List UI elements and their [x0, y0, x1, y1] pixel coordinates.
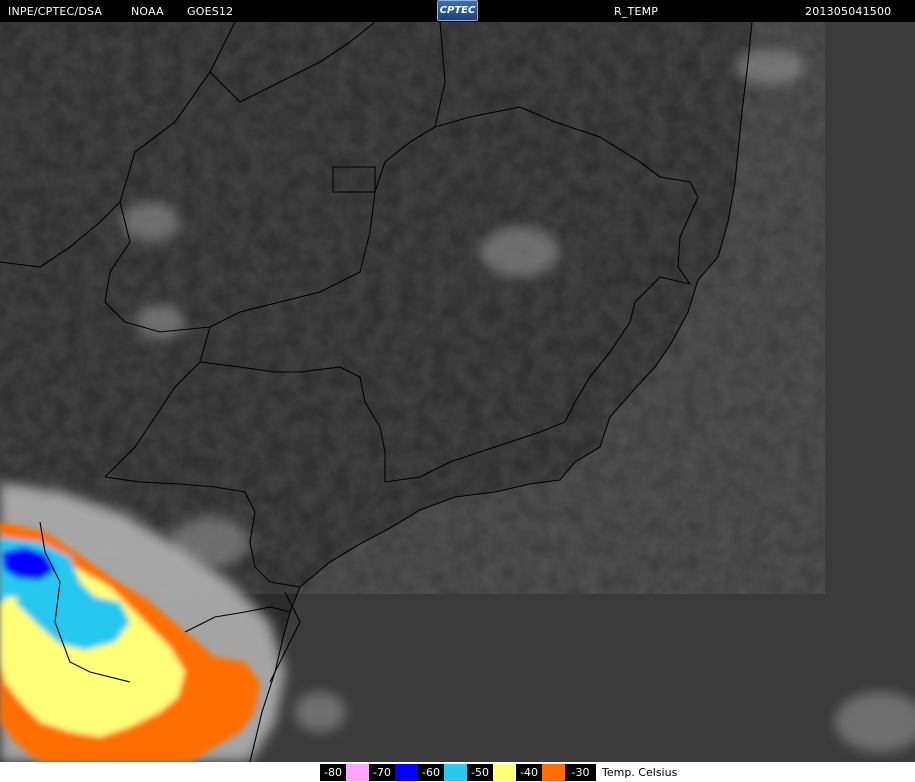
legend-value: -60 — [418, 764, 444, 781]
legend-swatch — [395, 764, 418, 781]
agency-label: NOAA — [131, 5, 164, 18]
legend-value: -80 — [320, 764, 346, 781]
product-label: R_TEMP — [614, 5, 659, 18]
satellite-label: GOES12 — [187, 5, 234, 18]
map-canvas — [0, 22, 915, 762]
legend-unit-label: Temp. Celsius — [602, 766, 678, 779]
satellite-map[interactable] — [0, 22, 915, 762]
logo-text: CPTEC — [439, 5, 476, 16]
temperature-legend: -80 -70 -60 -50 -40 -30 Temp. Celsius — [0, 762, 915, 782]
cloud-yellow-speck — [5, 597, 17, 611]
source-label: INPE/CPTEC/DSA — [8, 5, 103, 18]
legend-value: -40 — [516, 764, 542, 781]
legend-swatch — [346, 764, 369, 781]
legend-swatch — [493, 764, 516, 781]
cptec-logo: CPTEC — [437, 0, 478, 21]
legend-swatch — [444, 764, 467, 781]
legend-value: -30 — [565, 764, 596, 781]
header-bar: INPE/CPTEC/DSA NOAA GOES12 CPTEC R_TEMP … — [0, 0, 915, 22]
legend-value: -70 — [369, 764, 395, 781]
legend-swatch — [542, 764, 565, 781]
timestamp-label: 201305041500 — [805, 5, 892, 18]
legend-value: -50 — [467, 764, 493, 781]
land-texture — [0, 22, 750, 542]
